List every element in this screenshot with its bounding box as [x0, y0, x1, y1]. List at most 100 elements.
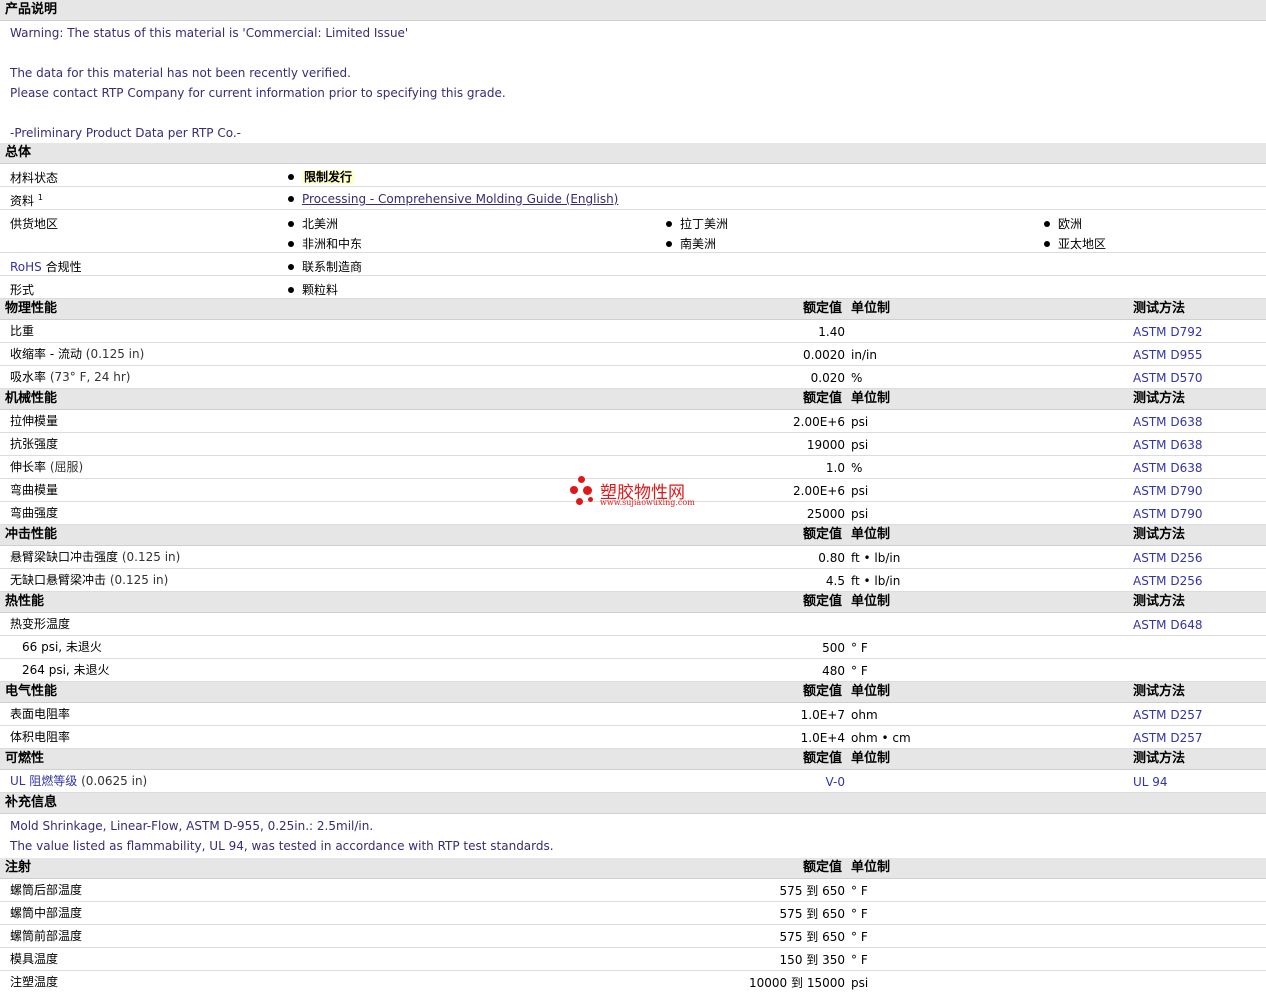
section-title: 总体	[5, 145, 32, 160]
section-header-supplemental: 补充信息	[0, 793, 1266, 814]
section-title: 注射	[5, 860, 32, 875]
property-label: 抗张强度	[10, 437, 59, 451]
property-value: 1.40	[818, 325, 845, 339]
property-unit: ° F	[851, 664, 868, 678]
section-header-injection: 注射 额定值 单位制	[0, 858, 1266, 879]
note-text: The value listed as flammability, UL 94,…	[10, 839, 554, 853]
row-rohs: RoHS 合规性 联系制造商	[0, 253, 1266, 276]
row-material-status: 材料状态 限制发行	[0, 164, 1266, 187]
property-value: 575 到 650	[779, 884, 845, 898]
table-row: 264 psi, 未退火 480 ° F	[0, 659, 1266, 682]
processing-guide-link[interactable]: Processing - Comprehensive Molding Guide…	[302, 192, 618, 206]
property-value: 2.00E+6	[793, 484, 845, 498]
property-value: 150 到 350	[779, 953, 845, 967]
property-unit: ft • lb/in	[851, 551, 901, 565]
col-nominal: 额定值	[803, 527, 843, 542]
property-label: 弯曲模量	[10, 483, 59, 497]
property-label: 无缺口悬臂梁冲击 (0.125 in)	[10, 573, 169, 587]
test-method: ASTM D955	[1133, 348, 1203, 362]
bullet-icon	[288, 264, 294, 270]
physical-rows: 比重 1.40 ASTM D792 收缩率 - 流动 (0.125 in) 0.…	[0, 320, 1266, 389]
col-unit: 单位制	[851, 594, 891, 609]
table-row: 模具温度 150 到 350 ° F	[0, 948, 1266, 971]
property-label: 模具温度	[10, 952, 59, 966]
region-item: 北美洲	[288, 215, 338, 232]
table-row: 表面电阻率 1.0E+7 ohm ASTM D257	[0, 703, 1266, 726]
bullet-icon	[288, 241, 294, 247]
table-row: 无缺口悬臂梁冲击 (0.125 in) 4.5 ft • lb/in ASTM …	[0, 569, 1266, 592]
col-method: 测试方法	[1133, 527, 1186, 542]
note-text: The data for this material has not been …	[10, 66, 351, 80]
property-label: 热变形温度	[10, 617, 71, 631]
col-nominal: 额定值	[803, 301, 843, 316]
test-method: ASTM D256	[1133, 551, 1203, 565]
section-title: 物理性能	[5, 301, 58, 316]
section-title: 产品说明	[5, 2, 58, 17]
table-row: 注塑温度 10000 到 15000 psi	[0, 971, 1266, 993]
property-unit: ° F	[851, 641, 868, 655]
test-method: ASTM D638	[1133, 415, 1203, 429]
col-unit: 单位制	[851, 751, 891, 766]
property-value: 19000	[806, 438, 845, 452]
table-row: UL 阻燃等级 (0.0625 in) V-0 UL 94	[0, 770, 1266, 793]
table-row: 抗张强度 19000 psi ASTM D638	[0, 433, 1266, 456]
section-header-electrical: 电气性能 额定值 单位制 测试方法	[0, 682, 1266, 703]
property-unit: in/in	[851, 348, 877, 362]
region-item: 非洲和中东	[288, 235, 362, 252]
row-form: 形式 颗粒料	[0, 276, 1266, 299]
bullet-icon	[666, 221, 672, 227]
test-method: ASTM D570	[1133, 371, 1203, 385]
section-title: 机械性能	[5, 391, 58, 406]
property-value: 575 到 650	[779, 907, 845, 921]
property-value: 0.80	[818, 551, 845, 565]
test-method: ASTM D638	[1133, 461, 1203, 475]
property-unit: ° F	[851, 884, 868, 898]
col-nominal: 额定值	[803, 391, 843, 406]
region-item: 欧洲	[1044, 215, 1082, 232]
property-label: 弯曲强度	[10, 506, 59, 520]
property-value: 0.0020	[803, 348, 845, 362]
section-title: 补充信息	[5, 795, 58, 810]
bullet-icon	[288, 287, 294, 293]
test-method: ASTM D790	[1133, 484, 1203, 498]
note-text: Mold Shrinkage, Linear-Flow, ASTM D-955,…	[10, 819, 374, 833]
section-header-mechanical: 机械性能 额定值 单位制 测试方法	[0, 389, 1266, 410]
property-unit: %	[851, 371, 863, 385]
table-row: 螺筒前部温度 575 到 650 ° F	[0, 925, 1266, 948]
logo-dot-icon	[570, 486, 578, 494]
col-method: 测试方法	[1133, 751, 1186, 766]
bullet-icon	[288, 196, 294, 202]
bullet-icon	[666, 241, 672, 247]
table-row: 螺筒中部温度 575 到 650 ° F	[0, 902, 1266, 925]
table-row: 66 psi, 未退火 500 ° F	[0, 636, 1266, 659]
property-value: 1.0E+4	[800, 731, 845, 745]
table-row: 螺筒后部温度 575 到 650 ° F	[0, 879, 1266, 902]
document-item: Processing - Comprehensive Molding Guide…	[288, 192, 618, 206]
thermal-rows: 热变形温度 ASTM D648 66 psi, 未退火 500 ° F 264 …	[0, 613, 1266, 682]
note-text: -Preliminary Product Data per RTP Co.-	[10, 126, 241, 140]
property-label: 悬臂梁缺口冲击强度 (0.125 in)	[10, 550, 181, 564]
row-documents: 资料 1 Processing - Comprehensive Molding …	[0, 187, 1266, 210]
test-method: ASTM D648	[1133, 618, 1203, 632]
property-unit: psi	[851, 976, 869, 990]
table-row: 吸水率 (73° F, 24 hr) 0.020 % ASTM D570	[0, 366, 1266, 389]
property-unit: ohm • cm	[851, 731, 911, 745]
property-value: 0.020	[810, 371, 845, 385]
col-method: 测试方法	[1133, 391, 1186, 406]
property-label: 伸长率 (屈服)	[10, 460, 84, 474]
property-value: 25000	[806, 507, 845, 521]
col-unit: 单位制	[851, 527, 891, 542]
col-nominal: 额定值	[803, 684, 843, 699]
property-unit: ° F	[851, 953, 868, 967]
property-unit: ° F	[851, 930, 868, 944]
property-label: 比重	[10, 324, 35, 338]
property-unit: psi	[851, 484, 869, 498]
test-method: ASTM D257	[1133, 708, 1203, 722]
table-row: 悬臂梁缺口冲击强度 (0.125 in) 0.80 ft • lb/in AST…	[0, 546, 1266, 569]
property-unit: psi	[851, 415, 869, 429]
property-sub-label: 264 psi, 未退火	[22, 663, 110, 677]
property-label: 拉伸模量	[10, 414, 59, 428]
col-unit: 单位制	[851, 301, 891, 316]
watermark-url: www.sujiaowuxing.com	[600, 498, 695, 507]
property-label: 螺筒中部温度	[10, 906, 83, 920]
